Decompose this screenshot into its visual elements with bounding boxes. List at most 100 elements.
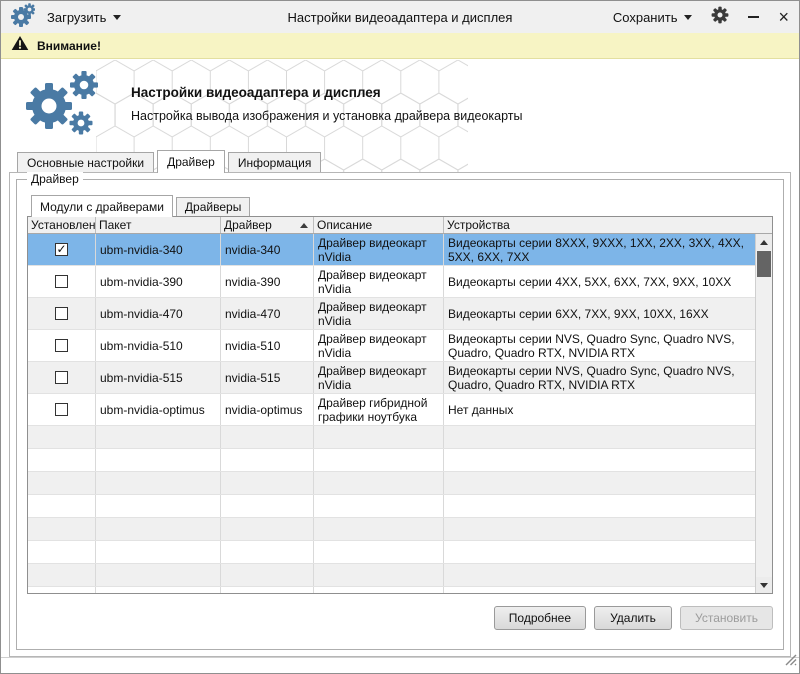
column-header-driver-label: Драйвер: [224, 218, 272, 232]
package-cell: [96, 564, 221, 586]
devices-cell: Видеокарты серии NVS, Quadro Sync, Quadr…: [444, 330, 755, 361]
package-cell: [96, 449, 221, 471]
scroll-down-arrow-icon: [760, 583, 768, 588]
tab-information[interactable]: Информация: [228, 152, 321, 172]
app-gears-icon: [11, 3, 35, 32]
save-dropdown-button[interactable]: Сохранить: [613, 10, 693, 25]
devices-cell: [444, 472, 755, 494]
table-row: [28, 564, 755, 587]
table-row[interactable]: ubm-nvidia-515 nvidia-515 Драйвер видеок…: [28, 362, 755, 394]
footer-button-row: Подробнее Удалить Установить: [27, 606, 773, 630]
installed-checkbox[interactable]: [55, 339, 68, 352]
description-cell: [314, 472, 444, 494]
table-row[interactable]: ubm-nvidia-390 nvidia-390 Драйвер видеок…: [28, 266, 755, 298]
close-button[interactable]: ×: [778, 9, 789, 25]
description-cell: [314, 541, 444, 563]
installed-cell: [28, 587, 96, 593]
tab-driver-modules[interactable]: Модули с драйверами: [31, 195, 173, 217]
table-row[interactable]: ubm-nvidia-optimus nvidia-optimus Драйве…: [28, 394, 755, 426]
tab-main-settings[interactable]: Основные настройки: [17, 152, 154, 172]
tab-driver[interactable]: Драйвер: [157, 150, 225, 173]
minimize-button[interactable]: [748, 16, 759, 18]
table-row[interactable]: ubm-nvidia-470 nvidia-470 Драйвер видеок…: [28, 298, 755, 330]
installed-cell: [28, 472, 96, 494]
scrollbar-track[interactable]: [756, 250, 772, 577]
devices-cell: [444, 518, 755, 540]
devices-cell: [444, 587, 755, 593]
load-button-label: Загрузить: [47, 10, 106, 25]
driver-modules-table: Установлен Пакет Драйвер Описание Устрой…: [27, 216, 773, 594]
driver-cell: [221, 426, 314, 448]
driver-cell: [221, 518, 314, 540]
driver-groupbox: Драйвер Модули с драйверами Драйверы Уст…: [16, 179, 784, 650]
package-cell: [96, 495, 221, 517]
chevron-down-icon: [113, 15, 121, 20]
description-cell: [314, 449, 444, 471]
column-header-devices[interactable]: Устройства: [444, 217, 772, 233]
installed-cell: [28, 426, 96, 448]
driver-cell: [221, 495, 314, 517]
installed-checkbox[interactable]: ✓: [55, 243, 68, 256]
sort-ascending-icon: [300, 223, 308, 228]
details-button[interactable]: Подробнее: [494, 606, 586, 630]
driver-cell: nvidia-510: [221, 330, 314, 361]
installed-cell: [28, 541, 96, 563]
description-cell: [314, 564, 444, 586]
package-cell: [96, 587, 221, 593]
description-cell: Драйвер видеокарт nVidia: [314, 330, 444, 361]
delete-button[interactable]: Удалить: [594, 606, 672, 630]
scroll-down-button[interactable]: [756, 577, 772, 593]
warning-text: Внимание!: [37, 39, 101, 53]
driver-cell: nvidia-470: [221, 298, 314, 329]
status-bar: [1, 657, 799, 672]
driver-cell: nvidia-340: [221, 234, 314, 265]
table-row: [28, 587, 755, 593]
tab-drivers[interactable]: Драйверы: [176, 197, 250, 216]
installed-checkbox[interactable]: [55, 371, 68, 384]
description-cell: Драйвер видеокарт nVidia: [314, 266, 444, 297]
column-header-description[interactable]: Описание: [314, 217, 444, 233]
installed-cell: [28, 449, 96, 471]
warning-banner: Внимание!: [1, 33, 799, 59]
installed-checkbox[interactable]: [55, 403, 68, 416]
table-row[interactable]: ✓ ubm-nvidia-340 nvidia-340 Драйвер виде…: [28, 234, 755, 266]
installed-checkbox[interactable]: [55, 275, 68, 288]
table-header-row: Установлен Пакет Драйвер Описание Устрой…: [28, 217, 772, 234]
devices-cell: Нет данных: [444, 394, 755, 425]
table-row[interactable]: ubm-nvidia-510 nvidia-510 Драйвер видеок…: [28, 330, 755, 362]
package-cell: ubm-nvidia-470: [96, 298, 221, 329]
installed-cell: [28, 266, 96, 297]
settings-gear-icon[interactable]: [711, 6, 729, 29]
load-dropdown-button[interactable]: Загрузить: [47, 10, 121, 25]
installed-cell: [28, 564, 96, 586]
app-window: Загрузить Настройки видеоадаптера и дисп…: [0, 0, 800, 674]
driver-cell: nvidia-390: [221, 266, 314, 297]
table-row: [28, 449, 755, 472]
installed-cell: [28, 298, 96, 329]
column-header-package[interactable]: Пакет: [96, 217, 221, 233]
description-cell: Драйвер гибридной графики ноутбука: [314, 394, 444, 425]
installed-cell: ✓: [28, 234, 96, 265]
package-cell: ubm-nvidia-510: [96, 330, 221, 361]
table-body: ✓ ubm-nvidia-340 nvidia-340 Драйвер виде…: [28, 234, 755, 593]
package-cell: [96, 426, 221, 448]
table-row: [28, 541, 755, 564]
devices-cell: [444, 449, 755, 471]
inner-tab-bar: Модули с драйверами Драйверы: [27, 194, 773, 216]
column-header-installed[interactable]: Установлен: [28, 217, 96, 233]
package-cell: ubm-nvidia-390: [96, 266, 221, 297]
install-button[interactable]: Установить: [680, 606, 773, 630]
driver-cell: nvidia-optimus: [221, 394, 314, 425]
installed-checkbox[interactable]: [55, 307, 68, 320]
column-header-driver[interactable]: Драйвер: [221, 217, 314, 233]
vertical-scrollbar[interactable]: [755, 234, 772, 593]
devices-cell: [444, 564, 755, 586]
scroll-up-button[interactable]: [756, 234, 772, 250]
installed-cell: [28, 394, 96, 425]
installed-cell: [28, 330, 96, 361]
package-cell: [96, 518, 221, 540]
scrollbar-thumb[interactable]: [757, 251, 771, 277]
package-cell: ubm-nvidia-optimus: [96, 394, 221, 425]
package-cell: ubm-nvidia-515: [96, 362, 221, 393]
driver-cell: [221, 541, 314, 563]
